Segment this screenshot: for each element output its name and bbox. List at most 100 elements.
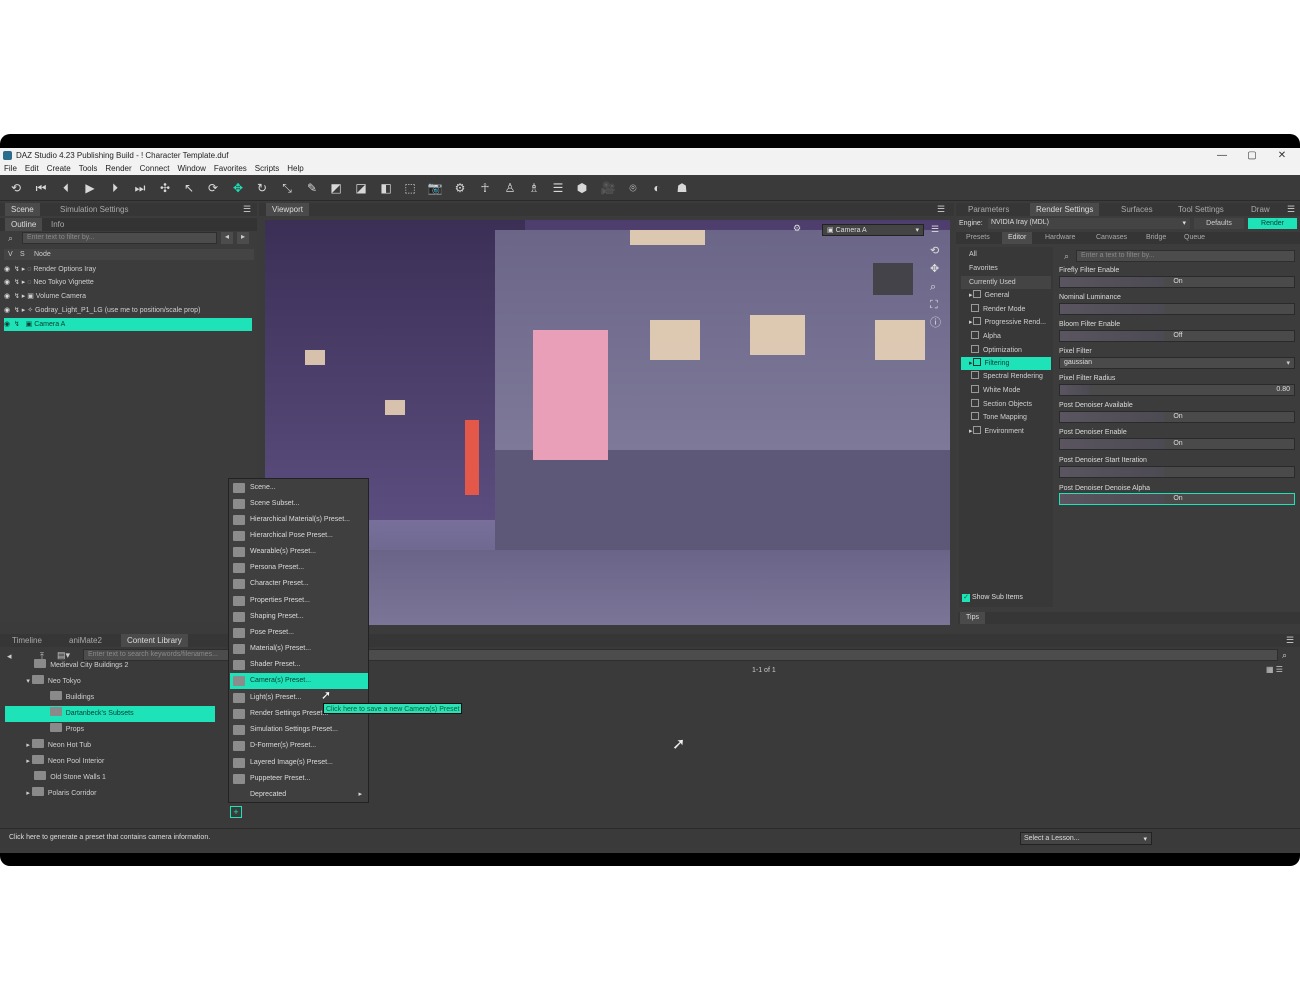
library-item-selected[interactable]: Dartanbeck's Subsets xyxy=(5,706,215,722)
library-item[interactable]: ▸ Neon Pool Interior xyxy=(5,754,215,770)
tab-hardware[interactable]: Hardware xyxy=(1039,232,1081,244)
library-item[interactable]: Medieval City Buildings 2 xyxy=(5,658,215,674)
menu-item-puppeteer[interactable]: Puppeteer Preset... xyxy=(230,771,368,787)
play-icon[interactable]: ▶ xyxy=(81,180,99,196)
align-icon[interactable]: ☰ xyxy=(549,180,567,196)
tab-scene[interactable]: Scene xyxy=(5,203,40,216)
menu-item-pose[interactable]: Pose Preset... xyxy=(230,625,368,641)
add-preset-icon[interactable]: + xyxy=(230,806,242,818)
category-currently-used[interactable]: Currently Used xyxy=(961,276,1051,289)
tab-editor[interactable]: Editor xyxy=(1002,232,1033,244)
tab-draw[interactable]: Draw xyxy=(1245,203,1276,216)
tab-surfaces[interactable]: Surfaces xyxy=(1115,203,1159,216)
node-select-icon[interactable]: ✣ xyxy=(156,180,174,196)
post-denoiser-alpha-toggle[interactable]: On xyxy=(1059,493,1295,505)
pan-icon[interactable]: ✥ xyxy=(930,260,941,278)
category-progressive[interactable]: ▸ Progressive Rend... xyxy=(961,316,1051,329)
library-item[interactable]: Props xyxy=(5,722,215,738)
rotate-icon[interactable]: ↻ xyxy=(253,180,271,196)
tab-outline[interactable]: Outline xyxy=(5,218,43,231)
info-icon[interactable]: ⓘ xyxy=(930,314,941,332)
geometry-editor-icon[interactable]: ◩ xyxy=(327,180,345,196)
frame-icon[interactable]: ⛶ xyxy=(930,296,941,314)
go-end-icon[interactable]: ⏭ xyxy=(131,180,149,196)
sphere-icon[interactable]: ◐ xyxy=(648,180,666,196)
tab-tool-settings[interactable]: Tool Settings xyxy=(1172,203,1230,216)
category-environment[interactable]: ▸ Environment xyxy=(961,425,1051,438)
menu-render[interactable]: Render xyxy=(101,163,135,173)
menu-item-dformer[interactable]: D-Former(s) Preset... xyxy=(230,738,368,754)
menu-item-hier-material[interactable]: Hierarchical Material(s) Preset... xyxy=(230,512,368,528)
menu-item-hier-pose[interactable]: Hierarchical Pose Preset... xyxy=(230,528,368,544)
draw-style-icon[interactable]: ☰ xyxy=(931,224,939,235)
eye-icon[interactable]: ◉ xyxy=(4,318,12,331)
menu-item-shaping[interactable]: Shaping Preset... xyxy=(230,609,368,625)
scene-node[interactable]: ◉ ↯ ▸ ◌ Render Options Iray xyxy=(4,263,252,276)
nominal-luminance-slider[interactable] xyxy=(1059,303,1295,315)
category-render-mode[interactable]: Render Mode xyxy=(961,303,1051,316)
col-node[interactable]: Node xyxy=(34,249,51,260)
zoom-icon[interactable]: ⌕ xyxy=(930,278,941,296)
step-back-icon[interactable]: ⏴ xyxy=(57,180,75,196)
universal-tool-icon[interactable]: ✥ xyxy=(229,180,247,196)
menu-edit[interactable]: Edit xyxy=(21,163,43,173)
menu-item-wearable[interactable]: Wearable(s) Preset... xyxy=(230,544,368,560)
firefly-filter-toggle[interactable]: On xyxy=(1059,276,1295,288)
col-visible[interactable]: V xyxy=(8,249,13,260)
lesson-select[interactable]: Select a Lesson... ▾ xyxy=(1020,832,1152,845)
view-gear-icon[interactable]: ⚙ xyxy=(793,223,801,234)
pixel-filter-radius-slider[interactable]: 0.80 xyxy=(1059,384,1295,396)
search-icon[interactable]: ⌕ xyxy=(1282,650,1287,661)
menu-create[interactable]: Create xyxy=(43,163,75,173)
category-white-mode[interactable]: White Mode xyxy=(961,384,1051,397)
col-selectable[interactable]: S xyxy=(20,249,25,260)
menu-window[interactable]: Window xyxy=(173,163,209,173)
menu-scripts[interactable]: Scripts xyxy=(251,163,283,173)
post-denoiser-available-toggle[interactable]: On xyxy=(1059,411,1295,423)
tab-tips[interactable]: Tips xyxy=(960,612,985,624)
menu-item-properties[interactable]: Properties Preset... xyxy=(230,593,368,609)
pin-icon[interactable]: ⌾ xyxy=(624,180,642,196)
tab-simulation-settings[interactable]: Simulation Settings xyxy=(54,203,134,216)
loop-icon[interactable]: ⟲ xyxy=(7,180,25,196)
pointer-icon[interactable]: ↖ xyxy=(180,180,198,196)
go-start-icon[interactable]: ⏮ xyxy=(32,180,50,196)
bloom-filter-toggle[interactable]: Off xyxy=(1059,330,1295,342)
render-icon[interactable]: 📷 xyxy=(426,180,444,196)
scene-node-selected[interactable]: ◉ ↯ ▣ Camera A xyxy=(4,318,252,331)
pose-icon[interactable]: ♙ xyxy=(501,180,519,196)
menu-help[interactable]: Help xyxy=(283,163,307,173)
viewport-options-icon[interactable]: ☰ xyxy=(937,204,945,215)
library-item[interactable]: ▾ Neo Tokyo xyxy=(5,674,215,690)
menu-item-character[interactable]: Character Preset... xyxy=(230,576,368,592)
eye-icon[interactable]: ◉ xyxy=(4,276,12,289)
defaults-button[interactable]: Defaults xyxy=(1194,218,1244,229)
close-button[interactable]: ✕ xyxy=(1272,149,1292,162)
primitive-icon[interactable]: ⬢ xyxy=(573,180,591,196)
spot-render-icon[interactable]: ⬚ xyxy=(401,180,419,196)
filter-prev-icon[interactable]: ◂ xyxy=(221,232,233,244)
scene-filter-input[interactable]: Enter text to filter by... xyxy=(22,232,217,244)
property-filter-input[interactable]: Enter a text to filter by... xyxy=(1076,250,1295,262)
menu-item-shader[interactable]: Shader Preset... xyxy=(230,657,368,673)
rotate-tool-icon[interactable]: ⟳ xyxy=(204,180,222,196)
category-optimization[interactable]: Optimization xyxy=(961,344,1051,357)
show-sub-items[interactable]: ✓ Show Sub Items xyxy=(962,594,1023,602)
light-icon[interactable]: ☗ xyxy=(673,180,691,196)
category-favorites[interactable]: Favorites xyxy=(961,262,1051,275)
pixel-filter-select[interactable]: gaussian ▾ xyxy=(1059,357,1295,369)
camera-tool-icon[interactable]: 🎥 xyxy=(599,180,617,196)
tab-parameters[interactable]: Parameters xyxy=(962,203,1015,216)
category-filtering[interactable]: ▸ Filtering xyxy=(961,357,1051,370)
tab-queue[interactable]: Queue xyxy=(1178,232,1211,244)
tab-content-library[interactable]: Content Library xyxy=(121,634,188,647)
tab-timeline[interactable]: Timeline xyxy=(6,634,48,647)
filter-next-icon[interactable]: ▸ xyxy=(237,232,249,244)
scene-node[interactable]: ◉ ↯ ▸ ✧ Godray_Light_P1_LG (use me to po… xyxy=(4,304,252,317)
tab-render-settings[interactable]: Render Settings xyxy=(1030,203,1100,216)
scale-tool-icon[interactable]: ⤡ xyxy=(278,180,296,196)
region-nav-icon[interactable]: ◧ xyxy=(377,180,395,196)
eye-icon[interactable]: ◉ xyxy=(4,290,12,303)
tab-viewport[interactable]: Viewport xyxy=(266,203,309,216)
checkbox-checked-icon[interactable]: ✓ xyxy=(962,594,970,602)
